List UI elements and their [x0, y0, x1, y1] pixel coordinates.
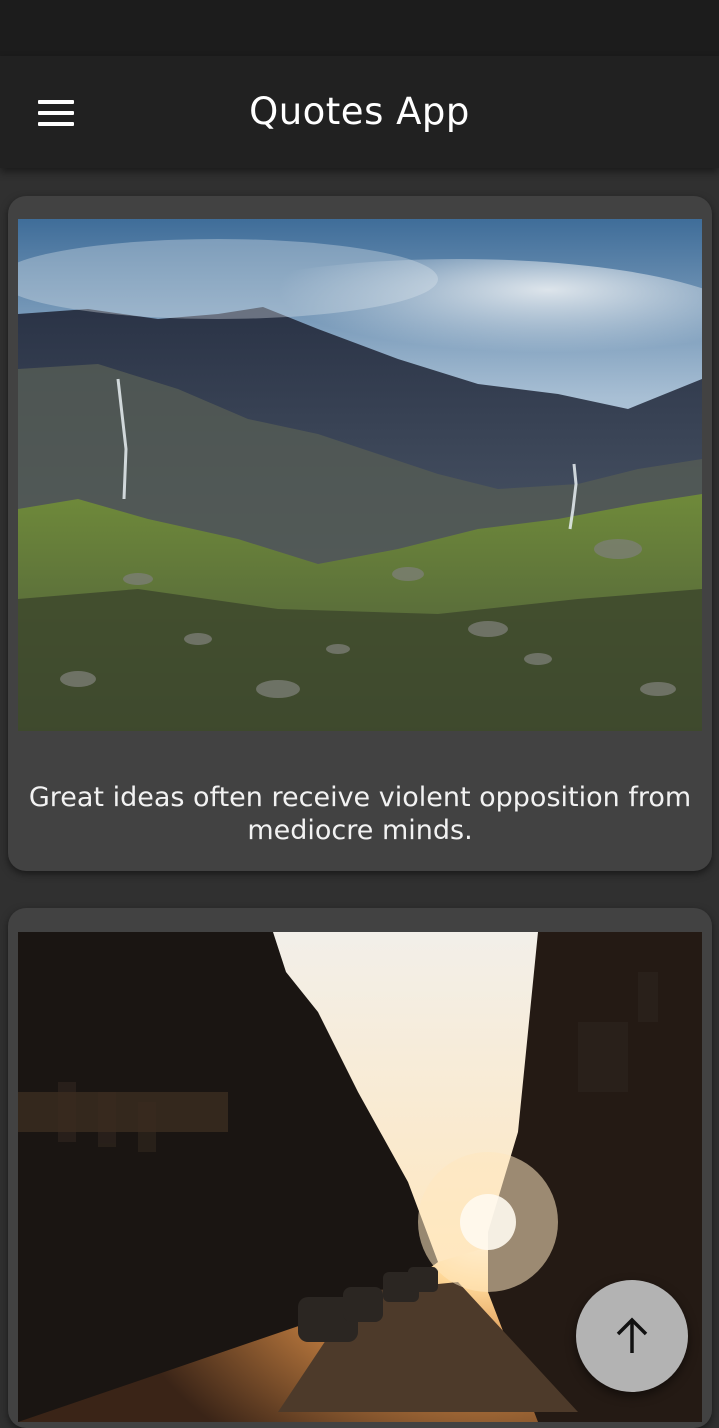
- quote-text: Great ideas often receive violent opposi…: [28, 782, 692, 846]
- quote-card[interactable]: Great ideas often receive violent opposi…: [8, 196, 712, 871]
- hamburger-menu-icon[interactable]: [38, 100, 74, 126]
- arrow-up-icon: [616, 1317, 648, 1353]
- status-bar: [0, 0, 719, 56]
- quote-image-mountain: [18, 219, 702, 731]
- app-title: Quotes App: [249, 90, 470, 133]
- menu-bar-line: [38, 122, 74, 126]
- menu-bar-line: [38, 111, 74, 115]
- app-bar: Quotes App: [0, 56, 719, 168]
- menu-bar-line: [38, 100, 74, 104]
- scroll-to-top-button[interactable]: [576, 1280, 688, 1392]
